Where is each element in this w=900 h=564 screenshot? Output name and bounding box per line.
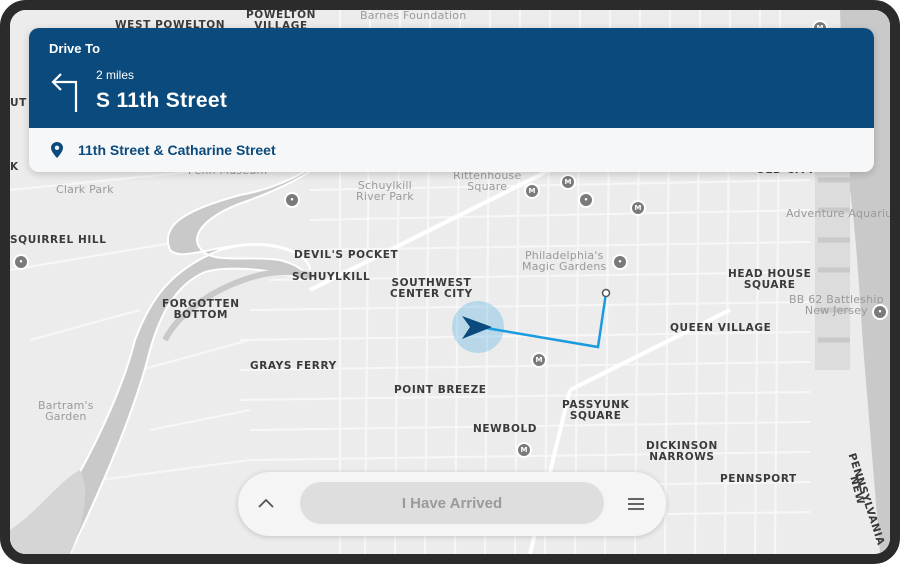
map-label-southwest-center-city: SOUTHWEST CENTER CITY	[390, 277, 473, 300]
map-label-k: K	[10, 161, 19, 173]
map-label-dickinson-narrows: DICKINSON NARROWS	[646, 440, 718, 463]
poi-marker-icon[interactable]: •	[580, 194, 592, 206]
metro-station-icon[interactable]: M	[526, 185, 538, 197]
location-pin-icon	[51, 142, 63, 158]
map-label-clark-park: Clark Park	[56, 183, 114, 196]
poi-marker-icon[interactable]: •	[874, 306, 886, 318]
map-label-devils-pocket: DEVIL'S POCKET	[294, 249, 399, 261]
map-label-squirrel-hill: SQUIRREL HILL	[10, 234, 107, 246]
map-label-magic-gardens: Philadelphia's Magic Gardens	[522, 249, 607, 273]
map-label-ut: UT	[10, 97, 27, 109]
map-label-barnes-foundation: Barnes Foundation	[360, 9, 467, 22]
poi-marker-icon[interactable]: •	[15, 256, 27, 268]
map-label-pennsport: PENNSPORT	[720, 473, 797, 485]
metro-station-icon[interactable]: M	[533, 354, 545, 366]
turn-distance: 2 miles	[96, 68, 135, 82]
map-label-bartrams-garden: Bartram's Garden	[38, 399, 94, 423]
bottom-control-bar: I Have Arrived	[238, 472, 666, 536]
map-label-schuylkill-river-park: Schuylkill River Park	[356, 179, 414, 203]
map-label-bb62-battleship: BB 62 Battleship New Jersey	[789, 293, 884, 317]
map-label-queen-village: QUEEN VILLAGE	[670, 322, 772, 334]
map-label-passyunk-square: PASSYUNK SQUARE	[562, 399, 630, 422]
turn-street-name: S 11th Street	[96, 89, 228, 112]
poi-marker-icon[interactable]: •	[614, 256, 626, 268]
metro-station-icon[interactable]: M	[518, 444, 530, 456]
drive-to-heading: Drive To	[49, 41, 101, 56]
poi-marker-icon[interactable]: •	[286, 194, 298, 206]
map-label-grays-ferry: GRAYS FERRY	[250, 360, 337, 372]
navigation-instruction-panel: Drive To 2 miles S 11th Street	[29, 28, 874, 128]
chevron-up-icon[interactable]	[254, 492, 278, 516]
hamburger-menu-icon[interactable]	[624, 492, 648, 516]
destination-row[interactable]: 11th Street & Catharine Street	[29, 128, 874, 172]
map-label-head-house-square: HEAD HOUSE SQUARE	[728, 268, 812, 291]
metro-station-icon[interactable]: M	[632, 202, 644, 214]
map-label-point-breeze: POINT BREEZE	[394, 384, 487, 396]
turn-left-icon	[51, 73, 78, 112]
i-have-arrived-button[interactable]: I Have Arrived	[300, 482, 604, 524]
map-label-rittenhouse-square: Rittenhouse Square	[453, 169, 522, 193]
device-frame: WEST POWELTON POWELTON VILLAGE Barnes Fo…	[0, 0, 900, 564]
map-label-schuylkill: SCHUYLKILL	[292, 271, 371, 283]
map-label-newbold: NEWBOLD	[473, 423, 538, 435]
navigation-card: Drive To 2 miles S 11th Street 11th Stre…	[29, 28, 874, 172]
metro-station-icon[interactable]: M	[562, 176, 574, 188]
map-label-adventure-aquarium: Adventure Aquariu	[786, 207, 893, 220]
vehicle-position-marker	[452, 301, 504, 353]
map-label-forgotten-bottom: FORGOTTEN BOTTOM	[162, 298, 240, 321]
destination-address: 11th Street & Catharine Street	[78, 142, 276, 158]
route-destination-marker	[601, 288, 611, 298]
